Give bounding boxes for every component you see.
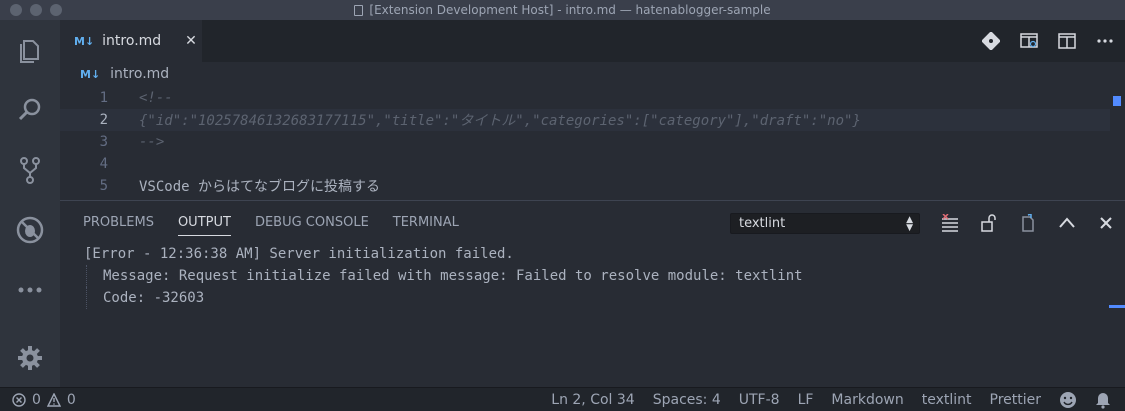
select-arrows-icon: ▲ ▼ bbox=[906, 215, 913, 233]
tab-intro-md[interactable]: M↓ intro.md ✕ bbox=[60, 20, 202, 62]
line-number: 5 bbox=[99, 178, 108, 194]
encoding[interactable]: UTF-8 bbox=[739, 392, 780, 408]
tab-problems[interactable]: PROBLEMS bbox=[83, 215, 154, 236]
output-log[interactable]: [Error - 12:36:38 AM] Server initializat… bbox=[84, 243, 803, 309]
more-actions-icon[interactable] bbox=[1095, 31, 1115, 51]
close-window-button[interactable] bbox=[10, 4, 22, 16]
end-of-line[interactable]: LF bbox=[798, 392, 814, 408]
line-number: 2 bbox=[99, 112, 108, 128]
gear-icon[interactable] bbox=[0, 334, 60, 382]
clear-output-icon[interactable] bbox=[940, 213, 960, 233]
markdown-icon: M↓ bbox=[74, 34, 95, 48]
output-channel-select[interactable]: textlint ▲ ▼ bbox=[730, 213, 920, 234]
warning-icon bbox=[46, 392, 61, 407]
source-control-icon[interactable] bbox=[0, 146, 60, 194]
line-text: --> bbox=[139, 134, 165, 150]
notifications-bell-icon[interactable] bbox=[1095, 391, 1111, 409]
window-title-container: [Extension Development Host] - intro.md … bbox=[354, 3, 771, 17]
error-icon bbox=[12, 392, 26, 407]
tab-debug-console[interactable]: DEBUG CONSOLE bbox=[255, 215, 369, 236]
warning-count: 0 bbox=[66, 391, 76, 408]
activity-bar bbox=[0, 20, 60, 387]
window-controls[interactable] bbox=[10, 4, 62, 16]
tab-label: intro.md bbox=[102, 33, 162, 49]
editor-line[interactable]: 3 --> bbox=[60, 131, 1110, 153]
code-editor[interactable]: 1 <!-- 2 {"id":"10257846132683177115","t… bbox=[60, 86, 1125, 200]
maximize-window-button[interactable] bbox=[50, 4, 62, 16]
line-number: 1 bbox=[99, 90, 108, 106]
language-mode[interactable]: Markdown bbox=[831, 392, 903, 408]
problems-summary[interactable]: 0 0 bbox=[12, 392, 76, 408]
debug-icon[interactable] bbox=[0, 206, 60, 254]
editor-scrollbar-marker[interactable] bbox=[1113, 96, 1121, 106]
open-log-icon[interactable] bbox=[1018, 213, 1038, 233]
search-icon[interactable] bbox=[0, 86, 60, 134]
breadcrumb: M↓ intro.md bbox=[60, 62, 1125, 86]
editor-line[interactable]: 1 <!-- bbox=[60, 87, 1110, 109]
editor-line-active[interactable]: 2 {"id":"10257846132683177115","title":"… bbox=[60, 109, 1110, 131]
feedback-smiley-icon[interactable] bbox=[1059, 391, 1077, 409]
status-bar: 0 0 Ln 2, Col 34 Spaces: 4 UTF-8 LF Mark… bbox=[0, 387, 1125, 411]
close-panel-icon[interactable] bbox=[1096, 213, 1116, 233]
markdown-icon: M↓ bbox=[80, 67, 101, 81]
line-text: {"id":"10257846132683177115","title":"タイ… bbox=[139, 113, 861, 129]
linter-status[interactable]: textlint bbox=[922, 392, 972, 408]
breadcrumb-item-file[interactable]: intro.md bbox=[110, 66, 169, 82]
minimize-window-button[interactable] bbox=[30, 4, 42, 16]
editor-line[interactable]: 5 VSCode からはてなブログに投稿する bbox=[60, 175, 1110, 197]
output-channel-value: textlint bbox=[739, 216, 786, 231]
line-text: <!-- bbox=[139, 90, 173, 106]
line-text: VSCode からはてなブログに投稿する bbox=[139, 179, 381, 195]
line-number: 4 bbox=[99, 156, 108, 172]
maximize-panel-icon[interactable] bbox=[1057, 213, 1077, 233]
panel-scrollbar-marker[interactable] bbox=[1109, 305, 1125, 308]
output-line: Message: Request initialize failed with … bbox=[86, 265, 803, 287]
status-bar-right: Ln 2, Col 34 Spaces: 4 UTF-8 LF Markdown… bbox=[551, 391, 1111, 409]
panel-tab-list: PROBLEMS OUTPUT DEBUG CONSOLE TERMINAL bbox=[83, 215, 459, 236]
window-title: [Extension Development Host] - intro.md … bbox=[369, 3, 771, 17]
output-line: [Error - 12:36:38 AM] Server initializat… bbox=[84, 246, 514, 262]
title-bar: [Extension Development Host] - intro.md … bbox=[0, 0, 1125, 20]
files-icon[interactable] bbox=[0, 26, 60, 74]
output-line: Code: -32603 bbox=[86, 287, 803, 309]
more-icon[interactable] bbox=[0, 266, 60, 314]
editor-tab-bar: M↓ intro.md ✕ bbox=[60, 20, 1125, 62]
open-preview-side-icon[interactable] bbox=[1019, 31, 1039, 51]
cursor-position[interactable]: Ln 2, Col 34 bbox=[551, 392, 634, 408]
editor-actions bbox=[981, 31, 1115, 51]
error-count: 0 bbox=[32, 391, 41, 408]
lock-icon[interactable] bbox=[979, 213, 999, 233]
panel-actions bbox=[940, 213, 1116, 233]
indentation[interactable]: Spaces: 4 bbox=[653, 392, 721, 408]
formatter-status[interactable]: Prettier bbox=[990, 392, 1042, 408]
tab-terminal[interactable]: TERMINAL bbox=[393, 215, 459, 236]
close-icon[interactable]: ✕ bbox=[185, 33, 197, 49]
line-number: 3 bbox=[99, 134, 108, 150]
bottom-panel: PROBLEMS OUTPUT DEBUG CONSOLE TERMINAL t… bbox=[60, 200, 1125, 387]
tab-output[interactable]: OUTPUT bbox=[177, 215, 231, 236]
split-editor-icon[interactable] bbox=[1057, 31, 1077, 51]
editor-line[interactable]: 4 bbox=[60, 153, 1110, 175]
open-preview-icon[interactable] bbox=[981, 31, 1001, 51]
document-icon bbox=[354, 4, 364, 16]
